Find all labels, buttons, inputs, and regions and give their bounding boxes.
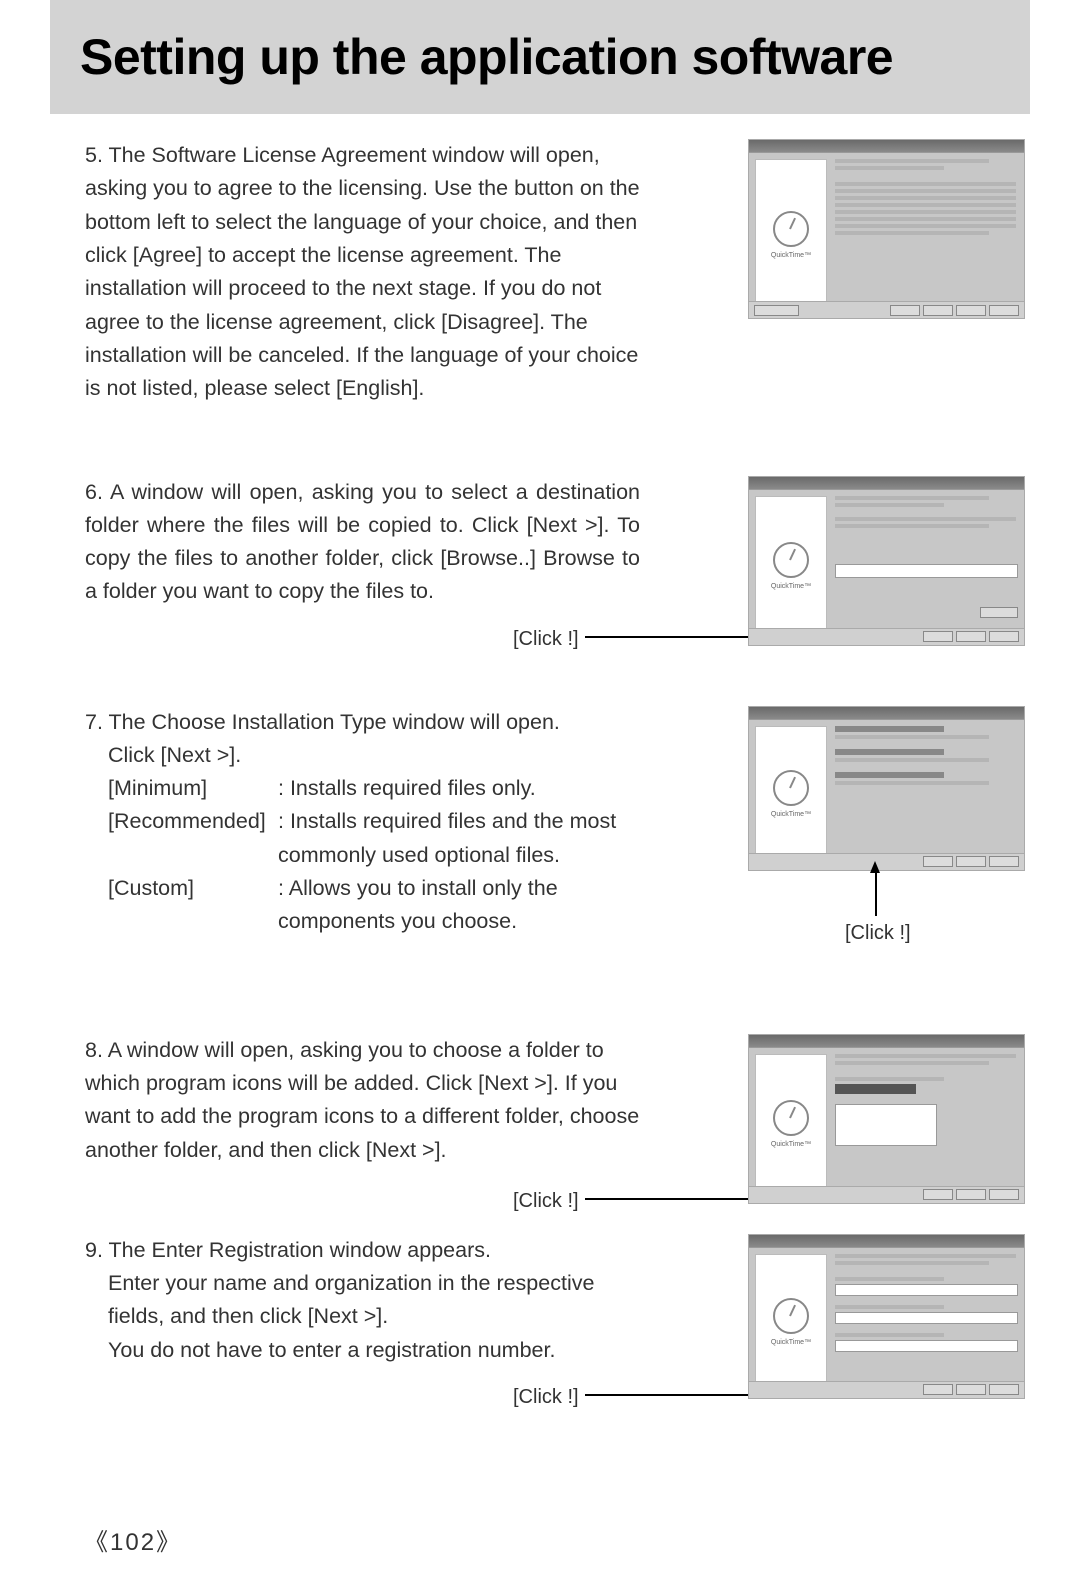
screenshot-text-area [833, 490, 1024, 646]
dialog-button [923, 856, 953, 867]
dialog-button [989, 1189, 1019, 1200]
dialog-button [923, 631, 953, 642]
page-number: 《102》 [84, 1522, 182, 1557]
quicktime-label: QuickTime™ [771, 810, 811, 821]
screenshot-logo-panel: QuickTime™ [755, 1054, 827, 1198]
quicktime-label: QuickTime™ [771, 1338, 811, 1349]
page-header: Setting up the application software [50, 0, 1030, 114]
step-5-text: The Software License Agreement window wi… [85, 143, 640, 400]
screenshot-license-agreement: QuickTime™ [748, 139, 1025, 319]
screenshot-registration: QuickTime™ [748, 1234, 1025, 1399]
step-6-text-block: 6. A window will open, asking you to sel… [85, 476, 640, 609]
opt-custom-desc2: components you choose. [278, 905, 517, 938]
opt-recommended-desc1: : Installs required files and the most [278, 805, 616, 838]
dialog-button [989, 1384, 1019, 1395]
screenshot-titlebar [749, 707, 1024, 720]
screenshot-logo-panel: QuickTime™ [755, 496, 827, 640]
step-7-line2: Click [Next >]. [108, 739, 640, 772]
step-7-text-block: 7. The Choose Installation Type window w… [85, 706, 640, 939]
step-6-number: 6. [85, 480, 103, 504]
dialog-button [923, 1189, 953, 1200]
screenshot-installation-type: QuickTime™ [748, 706, 1025, 871]
step-7-number: 7. [85, 710, 103, 734]
step-9: 9. The Enter Registration window appears… [85, 1234, 995, 1394]
dialog-button [956, 856, 986, 867]
click-label-8: [Click !] [513, 1186, 579, 1217]
opt-custom-label: [Custom] [108, 872, 278, 905]
opt-recommended-desc2: commonly used optional files. [278, 839, 560, 872]
screenshot-text-area [833, 153, 1024, 319]
screenshot-text-area [833, 1248, 1024, 1399]
manual-page: Setting up the application software 5. T… [0, 0, 1080, 1585]
page-content: 5. The Software License Agreement window… [0, 114, 1080, 1394]
step-8-text: A window will open, asking you to choose… [85, 1038, 639, 1162]
step-7: 7. The Choose Installation Type window w… [85, 706, 995, 939]
quicktime-label: QuickTime™ [771, 582, 811, 593]
dialog-button [890, 305, 920, 316]
dialog-button [923, 1384, 953, 1395]
language-button [754, 305, 799, 316]
dialog-button [989, 631, 1019, 642]
screenshot-program-folder: QuickTime™ [748, 1034, 1025, 1204]
opt-custom-desc1: : Allows you to install only the [278, 872, 558, 905]
screenshot-titlebar [749, 140, 1024, 153]
screenshot-button-bar [749, 301, 1024, 318]
quicktime-logo-icon [773, 1100, 809, 1136]
quicktime-label: QuickTime™ [771, 251, 811, 262]
quicktime-label: QuickTime™ [771, 1140, 811, 1151]
step-5-text-block: 5. The Software License Agreement window… [85, 139, 640, 406]
quicktime-logo-icon [773, 211, 809, 247]
step-9-line1: The Enter Registration window appears. [109, 1238, 491, 1262]
screenshot-button-bar [749, 853, 1024, 870]
step-6: 6. A window will open, asking you to sel… [85, 476, 995, 636]
screenshot-button-bar [749, 628, 1024, 645]
step-8-text-block: 8. A window will open, asking you to cho… [85, 1034, 640, 1167]
dialog-button [956, 1384, 986, 1395]
quicktime-logo-icon [773, 542, 809, 578]
screenshot-titlebar [749, 1035, 1024, 1048]
page-number-value: 102 [110, 1529, 156, 1556]
screenshot-titlebar [749, 1235, 1024, 1248]
opt-recommended-label: [Recommended] [108, 805, 278, 838]
screenshot-logo-panel: QuickTime™ [755, 726, 827, 865]
step-7-line1: The Choose Installation Type window will… [109, 710, 560, 734]
screenshot-text-area [833, 1048, 1024, 1204]
quicktime-logo-icon [773, 770, 809, 806]
step-5: 5. The Software License Agreement window… [85, 139, 995, 406]
dialog-button [956, 631, 986, 642]
step-9-text-block: 9. The Enter Registration window appears… [85, 1234, 640, 1367]
dialog-button [923, 305, 953, 316]
step-9-line2: Enter your name and organization in the … [108, 1267, 640, 1334]
step-9-number: 9. [85, 1238, 103, 1262]
step-8-number: 8. [85, 1038, 103, 1062]
opt-minimum-label: [Minimum] [108, 772, 278, 805]
quicktime-logo-icon [773, 1298, 809, 1334]
screenshot-logo-panel: QuickTime™ [755, 159, 827, 313]
dialog-button [956, 305, 986, 316]
screenshot-text-area [833, 720, 1024, 871]
screenshot-destination-folder: QuickTime™ [748, 476, 1025, 646]
screenshot-button-bar [749, 1186, 1024, 1203]
click-label-9: [Click !] [513, 1382, 579, 1413]
click-arrow-line [875, 871, 877, 916]
click-label-7: [Click !] [845, 918, 911, 949]
step-8: 8. A window will open, asking you to cho… [85, 1034, 995, 1194]
dialog-button [956, 1189, 986, 1200]
step-6-text: A window will open, asking you to select… [85, 480, 640, 604]
step-9-line3: You do not have to enter a registration … [108, 1334, 640, 1367]
browse-button [980, 607, 1018, 618]
dialog-button [989, 856, 1019, 867]
screenshot-button-bar [749, 1381, 1024, 1398]
step-5-number: 5. [85, 143, 103, 167]
arrow-up-icon [870, 861, 880, 873]
opt-minimum-desc: : Installs required files only. [278, 772, 536, 805]
page-title: Setting up the application software [80, 28, 1000, 86]
screenshot-logo-panel: QuickTime™ [755, 1254, 827, 1393]
dialog-button [989, 305, 1019, 316]
click-label-6: [Click !] [513, 624, 579, 655]
screenshot-titlebar [749, 477, 1024, 490]
